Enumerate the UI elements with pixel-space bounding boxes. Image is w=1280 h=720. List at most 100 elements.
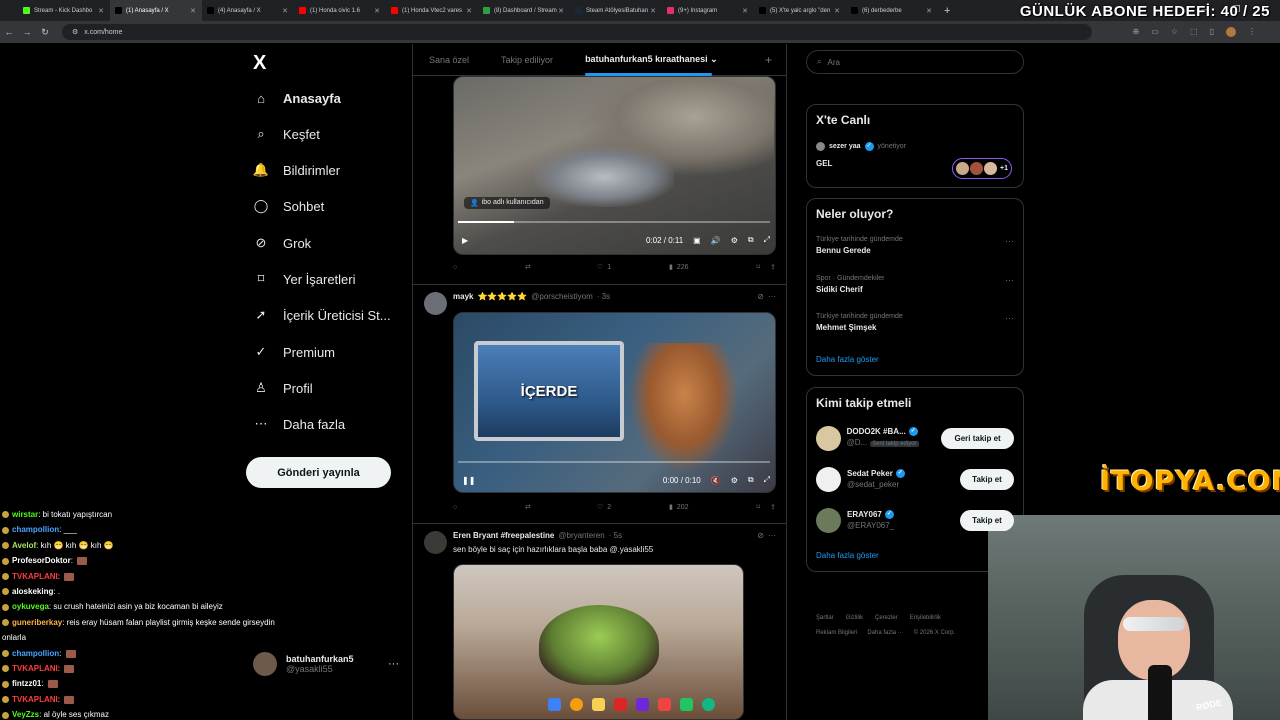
browser-tab[interactable]: (8) Dashboard / Stream ✕: [478, 0, 570, 21]
bookmark-icon[interactable]: ⌑: [757, 263, 761, 271]
nav-item-rocket[interactable]: ➚ İçerik Üreticisi St...: [252, 304, 391, 326]
tweet1-progress[interactable]: [458, 221, 770, 223]
nav-item-home[interactable]: ⌂ Anasayfa: [252, 87, 341, 109]
captions-icon[interactable]: ▣: [693, 236, 701, 245]
share-icon[interactable]: ⇪: [770, 263, 776, 271]
close-tab-icon[interactable]: ✕: [282, 7, 288, 15]
tweet3-author[interactable]: Eren Bryant #freepalestine: [453, 531, 554, 540]
nav-item-chat[interactable]: ◯ Sohbet: [252, 195, 324, 217]
extensions-icon[interactable]: ⬚: [1190, 27, 1198, 37]
sidebar-icon[interactable]: ▯: [1210, 27, 1214, 37]
discord-icon[interactable]: [636, 698, 649, 711]
footer-link[interactable]: © 2026 X Corp.: [914, 630, 955, 636]
space-title[interactable]: GEL: [816, 159, 832, 168]
footer-link[interactable]: Gizlilik: [846, 615, 863, 621]
chat-username[interactable]: VeyZzs: [12, 710, 39, 719]
close-tab-icon[interactable]: ✕: [558, 7, 564, 15]
settings-icon[interactable]: ⚙: [731, 476, 738, 485]
retweet-icon[interactable]: ⇄: [525, 503, 597, 511]
browser-tab[interactable]: Steam AtölyesiBatuhan ✕: [570, 0, 662, 21]
live-host-row[interactable]: sezer yaa ✓ yönetiyor: [816, 142, 906, 151]
tweet-more-icon[interactable]: ···: [768, 292, 776, 301]
footer-link[interactable]: Şartlar: [816, 615, 834, 621]
folder-icon[interactable]: [592, 698, 605, 711]
browser-tab[interactable]: (1) Honda Vtec2 vares ✕: [386, 0, 478, 21]
chat-username[interactable]: TVKAPLANI: [12, 572, 58, 581]
trend-more-icon[interactable]: ···: [1005, 236, 1014, 246]
zoom-icon[interactable]: ⊕: [1133, 27, 1140, 37]
chat-username[interactable]: wirstar: [12, 510, 38, 519]
reply-icon[interactable]: ○: [453, 264, 525, 271]
footer-link[interactable]: Daha fazla ···: [867, 630, 903, 636]
back-icon[interactable]: ←: [0, 27, 18, 37]
close-tab-icon[interactable]: ✕: [374, 7, 380, 15]
chat-username[interactable]: aloskeking: [12, 587, 53, 596]
share-icon[interactable]: ⇪: [770, 503, 776, 511]
like-button[interactable]: ♡ 1: [597, 263, 669, 272]
close-tab-icon[interactable]: ✕: [466, 7, 472, 15]
trend-more-icon[interactable]: ···: [1005, 275, 1014, 285]
chat-username[interactable]: champollion: [12, 525, 59, 534]
trend-item[interactable]: Türkiye tarihinde gündemde Bennu Gerede ··…: [816, 236, 1014, 255]
star-icon[interactable]: ☆: [1171, 27, 1178, 37]
search-box[interactable]: ⌕ Ara: [806, 50, 1024, 74]
chat-username[interactable]: champollion: [12, 649, 59, 658]
chat-username[interactable]: TVKAPLANI: [12, 664, 58, 673]
browser-profile-avatar[interactable]: [1226, 27, 1236, 37]
tweet-more-icon[interactable]: ···: [768, 531, 776, 540]
tweet1-video[interactable]: [453, 76, 776, 255]
close-tab-icon[interactable]: ✕: [98, 7, 104, 15]
chat-username[interactable]: oykuvega: [12, 602, 49, 611]
volume-icon[interactable]: 🔊: [711, 236, 721, 245]
tagged-user-pill[interactable]: 👤 ibo adlı kullanıcıdan: [464, 197, 550, 209]
trends-show-more[interactable]: Daha fazla göster: [816, 355, 879, 364]
footer-link[interactable]: Erişilebilirlik: [910, 615, 941, 621]
browser-tab[interactable]: Stream - Kick Dashbo ✕: [18, 0, 110, 21]
follow-button[interactable]: Geri takip et: [941, 427, 1015, 449]
trend-item[interactable]: Türkiye tarihinde gündemde Mehmet Şimşek ·…: [816, 313, 1014, 332]
reload-icon[interactable]: ↻: [36, 27, 54, 38]
nav-item-grok[interactable]: ⊘ Grok: [252, 232, 312, 254]
close-tab-icon[interactable]: ✕: [650, 7, 656, 15]
chat-username[interactable]: guneriberkay: [12, 618, 62, 627]
bookmark-icon[interactable]: ⌑: [757, 503, 761, 511]
browser-tab[interactable]: (4) Anasayfa / X ✕: [202, 0, 294, 21]
url-field[interactable]: ⚙ x.com/home: [62, 24, 1092, 40]
follow-suggestion[interactable]: Sedat Peker ✓ @sedat_peker Takip et: [816, 465, 1014, 493]
site-info-icon[interactable]: ⚙: [72, 28, 78, 36]
reply-icon[interactable]: ○: [453, 504, 525, 511]
browser-tab[interactable]: (9+) Instagram ✕: [662, 0, 754, 21]
nav-item-profile[interactable]: ♙ Profil: [252, 377, 312, 399]
space-listeners[interactable]: +1: [952, 158, 1012, 179]
app-x-icon[interactable]: [614, 698, 627, 711]
browser-tab[interactable]: (6) derbederbe ✕: [846, 0, 938, 21]
play-icon[interactable]: ▶: [462, 236, 468, 245]
chat-username[interactable]: fintzz01: [12, 679, 41, 688]
tweet2-handle[interactable]: @porscheistiyom: [531, 292, 592, 301]
nav-item-search[interactable]: ⌕ Keşfet: [252, 123, 320, 145]
grok-icon[interactable]: ⊘: [757, 531, 764, 540]
footer-link[interactable]: Çerezler: [875, 615, 898, 621]
tab-community[interactable]: batuhanfurkan5 kıraathanesi ⌄: [569, 54, 734, 76]
chat-username[interactable]: TVKAPLANI: [12, 695, 58, 704]
close-tab-icon[interactable]: ✕: [190, 7, 196, 15]
chrome-icon[interactable]: [570, 698, 583, 711]
forward-icon[interactable]: →: [18, 27, 36, 37]
nav-item-premium[interactable]: ✓ Premium: [252, 341, 335, 363]
x-logo[interactable]: X: [253, 52, 266, 75]
start-icon[interactable]: [548, 698, 561, 711]
grok-icon[interactable]: ⊘: [757, 292, 764, 301]
trend-more-icon[interactable]: ···: [1005, 313, 1014, 323]
browser-tab[interactable]: (1) Honda civic 1.6 ✕: [294, 0, 386, 21]
tab-for-you[interactable]: Sana özel: [413, 55, 485, 65]
obs-icon[interactable]: [680, 698, 693, 711]
cast-icon[interactable]: ▭: [1151, 27, 1159, 37]
footer-link[interactable]: Reklam Bilgileri: [816, 630, 857, 636]
wtf-show-more[interactable]: Daha fazla göster: [816, 551, 879, 560]
mute-icon[interactable]: 🔇: [711, 476, 721, 485]
chat-username[interactable]: ProfesorDoktor: [12, 556, 71, 565]
views-button[interactable]: ▮ 202: [669, 503, 741, 512]
tweet2-avatar[interactable]: [424, 292, 447, 315]
pip-icon[interactable]: ⧉: [748, 475, 754, 485]
tab-following[interactable]: Takip ediliyor: [485, 55, 569, 65]
